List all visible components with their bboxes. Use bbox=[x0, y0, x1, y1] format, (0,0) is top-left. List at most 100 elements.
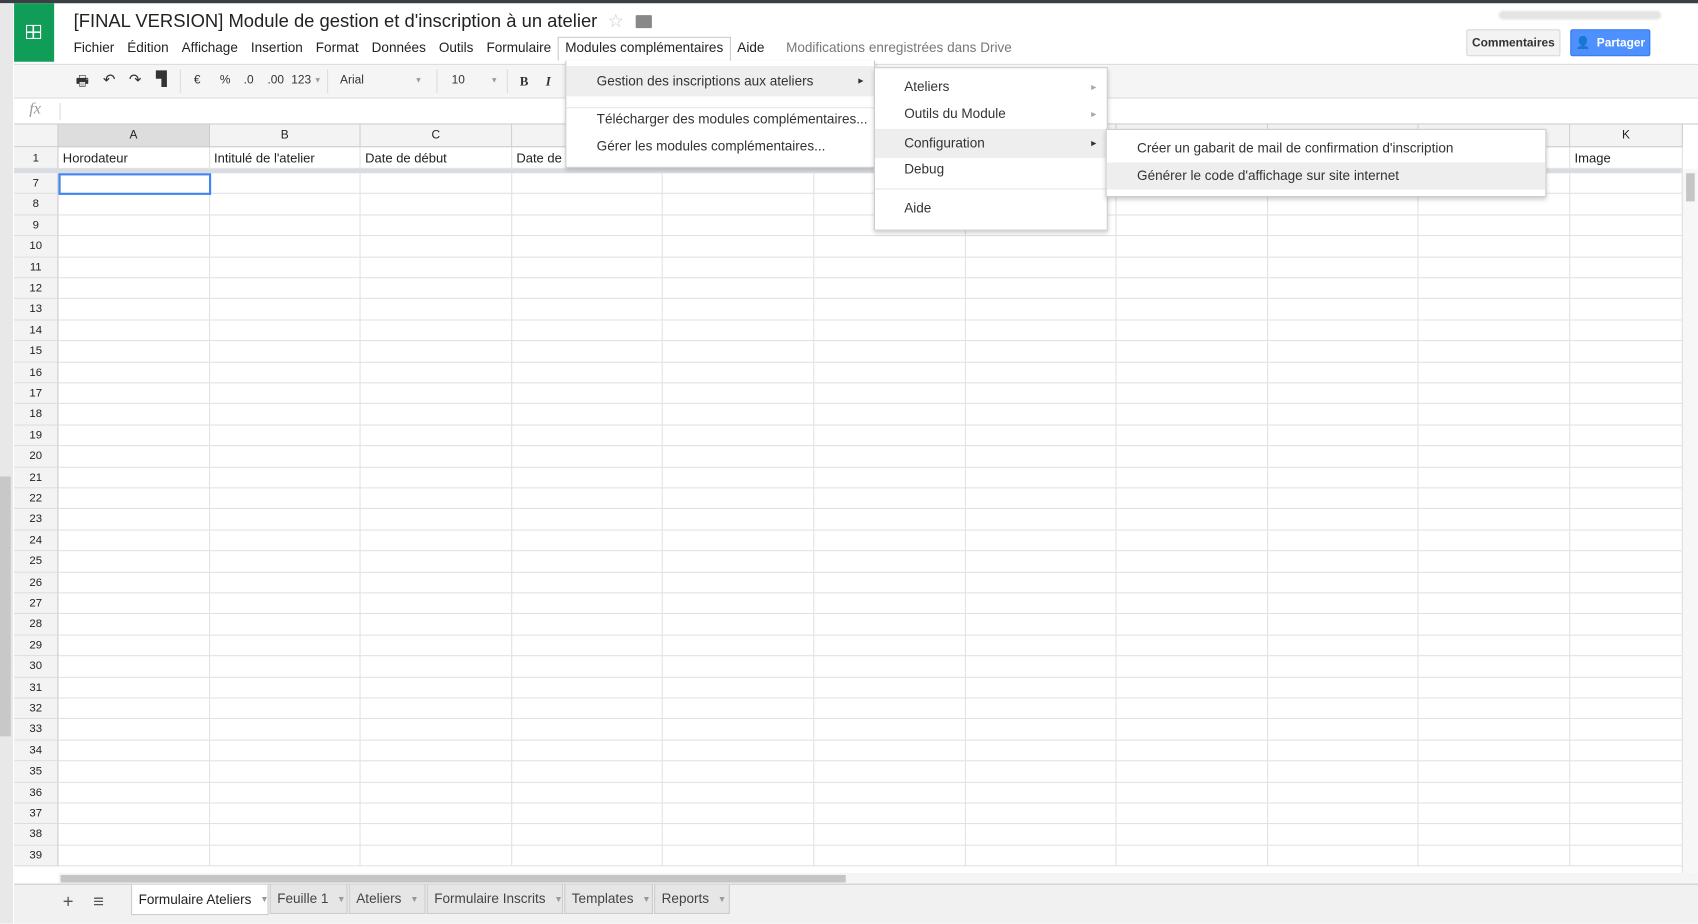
cell[interactable] bbox=[1570, 551, 1683, 573]
cell[interactable] bbox=[663, 467, 815, 489]
cell[interactable] bbox=[1570, 719, 1683, 741]
cell[interactable] bbox=[1267, 194, 1420, 216]
cell[interactable] bbox=[663, 824, 815, 846]
cell[interactable] bbox=[814, 425, 966, 447]
cell[interactable] bbox=[965, 257, 1117, 279]
cell[interactable] bbox=[1116, 782, 1268, 804]
cell[interactable] bbox=[360, 803, 512, 825]
menu-item-gerer[interactable]: Gérer les modules complémentaires... bbox=[566, 133, 874, 160]
sheet-tab[interactable]: Formulaire Inscrits ▼ bbox=[426, 884, 564, 914]
cell[interactable] bbox=[1267, 467, 1420, 489]
cell[interactable] bbox=[209, 635, 361, 657]
cell[interactable] bbox=[814, 551, 966, 573]
cell[interactable] bbox=[1267, 530, 1420, 552]
cell[interactable] bbox=[58, 425, 210, 447]
cell[interactable] bbox=[511, 425, 664, 447]
cell[interactable] bbox=[511, 215, 664, 237]
header-cell[interactable]: Intitulé de l'atelier bbox=[209, 147, 361, 169]
row-header[interactable]: 23 bbox=[14, 509, 59, 531]
cell[interactable] bbox=[663, 635, 815, 657]
cell[interactable] bbox=[209, 278, 361, 300]
cell[interactable] bbox=[1267, 362, 1420, 384]
menu-item-generer-code[interactable]: Générer le code d'affichage sur site int… bbox=[1106, 162, 1546, 190]
cell[interactable] bbox=[209, 740, 361, 762]
cell[interactable] bbox=[1116, 803, 1268, 825]
cell[interactable] bbox=[1419, 341, 1571, 363]
cell[interactable] bbox=[1419, 278, 1571, 300]
cell[interactable] bbox=[1419, 509, 1571, 531]
cell[interactable] bbox=[1570, 803, 1683, 825]
cell[interactable] bbox=[511, 551, 664, 573]
cell[interactable] bbox=[1570, 593, 1683, 615]
cell[interactable] bbox=[1116, 530, 1268, 552]
menu-item-telecharger[interactable]: Télécharger des modules complémentaires.… bbox=[566, 106, 874, 133]
row-header[interactable]: 13 bbox=[14, 299, 59, 321]
row-header[interactable]: 37 bbox=[14, 803, 59, 825]
cell[interactable] bbox=[209, 173, 361, 195]
menu-edition[interactable]: Édition bbox=[121, 37, 175, 61]
cell[interactable] bbox=[663, 593, 815, 615]
cell[interactable] bbox=[1116, 299, 1268, 321]
cell[interactable] bbox=[1116, 509, 1268, 531]
cell[interactable] bbox=[1267, 803, 1420, 825]
share-button[interactable]: 👤 Partager bbox=[1570, 29, 1651, 57]
cell[interactable] bbox=[1419, 698, 1571, 720]
cell[interactable] bbox=[663, 278, 815, 300]
cell[interactable] bbox=[1267, 593, 1420, 615]
cell[interactable] bbox=[1570, 257, 1683, 279]
cell[interactable] bbox=[965, 677, 1117, 699]
cell[interactable] bbox=[814, 341, 966, 363]
cell[interactable] bbox=[814, 803, 966, 825]
cell[interactable] bbox=[814, 530, 966, 552]
cell[interactable] bbox=[360, 719, 512, 741]
cell[interactable] bbox=[209, 593, 361, 615]
cell[interactable] bbox=[965, 551, 1117, 573]
cell[interactable] bbox=[511, 782, 664, 804]
cell[interactable] bbox=[663, 299, 815, 321]
cell[interactable] bbox=[814, 782, 966, 804]
cell[interactable] bbox=[965, 782, 1117, 804]
sheet-tab[interactable]: Feuille 1 ▼ bbox=[269, 884, 348, 914]
cell[interactable] bbox=[1267, 572, 1420, 594]
cell[interactable] bbox=[360, 278, 512, 300]
cell[interactable] bbox=[1267, 383, 1420, 405]
cell[interactable] bbox=[58, 404, 210, 426]
cell[interactable] bbox=[1116, 320, 1268, 342]
cell[interactable] bbox=[1419, 635, 1571, 657]
cell[interactable] bbox=[511, 341, 664, 363]
cell[interactable] bbox=[1419, 362, 1571, 384]
menu-format[interactable]: Format bbox=[309, 37, 365, 61]
cell[interactable] bbox=[965, 299, 1117, 321]
cell[interactable] bbox=[360, 740, 512, 762]
cell[interactable] bbox=[511, 740, 664, 762]
menu-outils[interactable]: Outils bbox=[432, 37, 480, 61]
cell[interactable] bbox=[58, 824, 210, 846]
cell[interactable] bbox=[1419, 215, 1571, 237]
cell[interactable] bbox=[511, 404, 664, 426]
percent-button[interactable]: % bbox=[220, 74, 231, 87]
cell[interactable] bbox=[209, 488, 361, 510]
print-icon[interactable]: 🖶 bbox=[76, 71, 89, 95]
cell[interactable] bbox=[814, 278, 966, 300]
cell[interactable] bbox=[1116, 215, 1268, 237]
cell[interactable] bbox=[1570, 614, 1683, 636]
cell[interactable] bbox=[1267, 824, 1420, 846]
cell[interactable] bbox=[1419, 467, 1571, 489]
row-header[interactable]: 12 bbox=[14, 278, 59, 300]
cell[interactable] bbox=[511, 509, 664, 531]
row-header[interactable]: 25 bbox=[14, 551, 59, 573]
cell[interactable] bbox=[663, 803, 815, 825]
cell[interactable] bbox=[1116, 572, 1268, 594]
cell[interactable] bbox=[1419, 593, 1571, 615]
menu-item-gestion-inscriptions[interactable]: Gestion des inscriptions aux ateliers ► bbox=[566, 66, 874, 97]
italic-button[interactable]: I bbox=[546, 74, 551, 90]
row-header[interactable]: 36 bbox=[14, 782, 59, 804]
cell[interactable] bbox=[209, 782, 361, 804]
cell[interactable] bbox=[814, 257, 966, 279]
row-header[interactable]: 29 bbox=[14, 635, 59, 657]
cell[interactable] bbox=[209, 194, 361, 216]
cell[interactable] bbox=[663, 530, 815, 552]
cell[interactable] bbox=[511, 593, 664, 615]
cell[interactable] bbox=[58, 782, 210, 804]
cell[interactable] bbox=[209, 215, 361, 237]
